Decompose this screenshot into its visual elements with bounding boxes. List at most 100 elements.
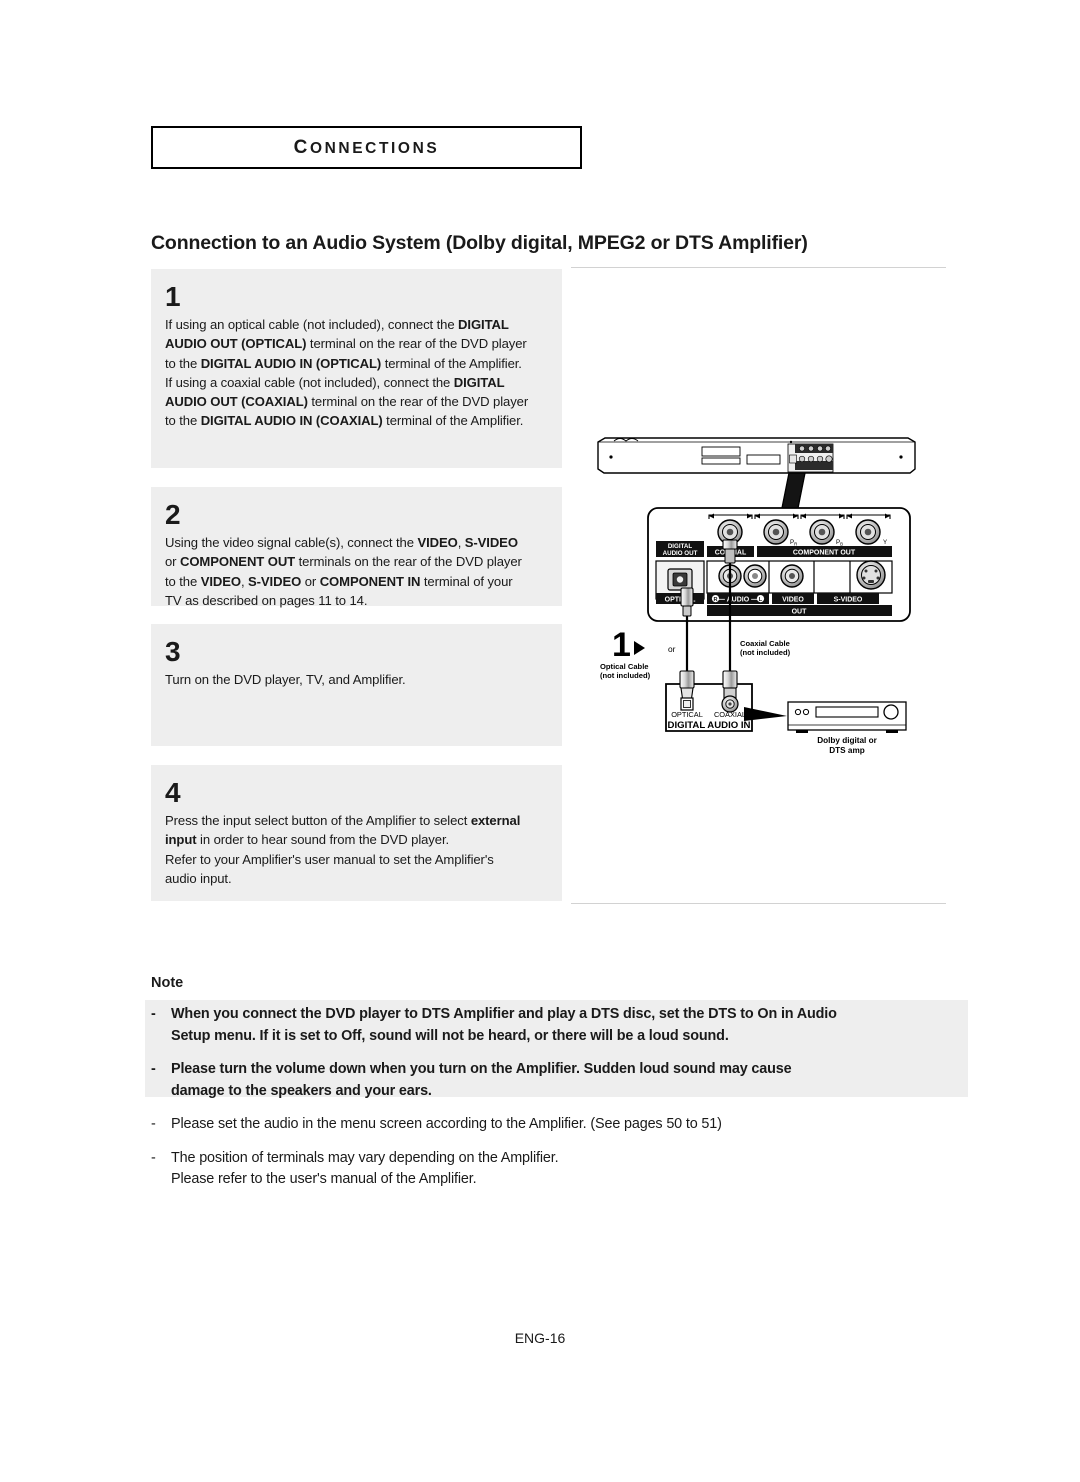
callout-coaxial-cable-line1: Coaxial Cable — [740, 639, 790, 648]
caption-amp-line1: Dolby digital or — [817, 736, 877, 745]
emphasis-text: DIGITAL AUDIO IN (OPTICAL) — [200, 355, 382, 371]
svg-text:1: 1 — [612, 626, 631, 664]
note-line: Please turn the volume down when you tur… — [171, 1061, 792, 1077]
callout-optical-cable-line1: Optical Cable — [600, 662, 649, 671]
step-line: or COMPONENT OUT terminals on the rear o… — [165, 552, 548, 571]
step-line: to the VIDEO, S-VIDEO or COMPONENT IN te… — [165, 572, 548, 591]
chapter-header-box: CONNECTIONS — [151, 126, 582, 169]
svg-text:S-VIDEO: S-VIDEO — [834, 596, 863, 603]
body-text: TV as described on pages 11 to 14. — [165, 592, 368, 608]
plug-coaxial-bottom — [721, 670, 739, 713]
step-line: AUDIO OUT (COAXIAL) terminal on the rear… — [165, 392, 548, 411]
label-digital-audio-out: DIGITAL AUDIO OUT — [656, 541, 704, 557]
body-text: or — [165, 554, 180, 570]
note-bullet-dash: - — [151, 1149, 156, 1166]
emphasis-text: AUDIO OUT (COAXIAL) — [165, 394, 308, 410]
divider-top — [571, 267, 946, 268]
page-footer: ENG-16 — [514, 1330, 566, 1346]
note-list: - When you connect the DVD player to DTS … — [151, 1004, 963, 1203]
label-s-video-out: S-VIDEO — [817, 593, 879, 604]
body-text: to the — [165, 355, 201, 371]
step-text-3: Turn on the DVD player, TV, and Amplifie… — [165, 670, 548, 689]
note-item: - Please set the audio in the menu screen… — [151, 1114, 963, 1136]
body-text: terminal of the Amplifier. — [382, 413, 524, 429]
step-line: TV as described on pages 11 to 14. — [165, 591, 548, 610]
note-line: Please refer to the user's manual of the… — [171, 1171, 477, 1187]
note-line: When you connect the DVD player to DTS A… — [171, 1006, 837, 1022]
body-text: terminals on the rear of the DVD player — [295, 554, 522, 570]
step-number-2: 2 — [165, 499, 181, 530]
step-block-2: 2 Using the video signal cable(s), conne… — [151, 487, 562, 608]
step-block-3: 3 Turn on the DVD player, TV, and Amplif… — [151, 624, 562, 746]
callout-coaxial-cable-line2: (not included) — [740, 648, 791, 657]
step-text-1: If using an optical cable (not included)… — [165, 315, 548, 431]
page-title: Connection to an Audio System (Dolby dig… — [151, 232, 808, 254]
note-line: The position of terminals may vary depen… — [171, 1149, 559, 1166]
note-line: Please set the audio in the menu screen … — [171, 1116, 722, 1132]
body-text: in order to hear sound from the DVD play… — [196, 832, 450, 848]
step-line: AUDIO OUT (OPTICAL) terminal on the rear… — [165, 334, 548, 353]
body-text: terminal of your — [420, 573, 513, 589]
step-line: Turn on the DVD player, TV, and Amplifie… — [165, 670, 548, 689]
emphasis-text: S-VIDEO — [248, 573, 302, 589]
body-text: Press the input select button of the Amp… — [165, 813, 471, 828]
label-audio-out: R — AUDIO — L — [707, 593, 769, 604]
svg-text:L: L — [759, 597, 763, 603]
emphasis-text: VIDEO — [200, 573, 241, 589]
emphasis-text: DIGITAL — [453, 374, 505, 390]
amplifier-unit-illustration — [787, 701, 907, 733]
svg-text:OUT: OUT — [792, 608, 808, 615]
svg-text:R: R — [713, 597, 717, 603]
note-line: Setup menu. If it is set to Off, sound w… — [171, 1027, 729, 1044]
dvd-player-rear-illustration — [597, 437, 916, 474]
amplifier-input-panel: OPTICAL COAXIAL DIGITAL AUDIO IN — [665, 670, 753, 732]
jack-component-pr — [763, 519, 789, 545]
step-line: Press the input select button of the Amp… — [165, 811, 548, 830]
step-block-1: 1 If using an optical cable (not include… — [151, 269, 562, 468]
note-line: damage to the speakers and your ears. — [171, 1082, 432, 1099]
label-component-out: COMPONENT OUT — [757, 546, 892, 557]
body-text: Turn on the DVD player, TV, and Amplifie… — [165, 672, 406, 687]
emphasis-text: DIGITAL — [458, 317, 509, 332]
note-item-text: Please set the audio in the menu screen … — [171, 1114, 722, 1136]
emphasis-text: DIGITAL AUDIO IN (COAXIAL) — [200, 413, 383, 429]
label-component-y: Y — [883, 539, 887, 546]
chapter-title: CONNECTIONS — [293, 136, 440, 158]
step-text-2: Using the video signal cable(s), connect… — [165, 533, 548, 610]
bottom-jack-row — [706, 560, 893, 594]
step-line: to the DIGITAL AUDIO IN (COAXIAL) termin… — [165, 411, 548, 430]
plug-optical-top — [680, 587, 694, 617]
label-out-bar: OUT — [707, 605, 892, 616]
body-text: If using a coaxial cable (not included),… — [165, 374, 454, 390]
step-line: to the DIGITAL AUDIO IN (OPTICAL) termin… — [165, 354, 548, 373]
connection-diagram: PR PB Y DIGITAL AUDIO OUT COAXIAL COMPON… — [592, 428, 926, 758]
caption-amp-line2: DTS amp — [829, 746, 865, 755]
label-video-out: VIDEO — [772, 593, 814, 604]
step-line: input in order to hear sound from the DV… — [165, 830, 548, 849]
svg-text:AUDIO OUT: AUDIO OUT — [663, 550, 698, 557]
divider-bottom — [571, 903, 946, 904]
jack-audio-l — [743, 564, 767, 588]
note-bullet-dash: - — [151, 1061, 156, 1077]
label-digital-audio-in: DIGITAL AUDIO IN — [668, 720, 751, 731]
step-line: If using an optical cable (not included)… — [165, 315, 548, 334]
body-text: terminal on the rear of the DVD player — [307, 394, 529, 410]
svg-text:COMPONENT OUT: COMPONENT OUT — [793, 549, 856, 556]
jack-component-y — [855, 519, 881, 545]
note-item-text: When you connect the DVD player to DTS A… — [171, 1004, 837, 1047]
emphasis-text: S-VIDEO — [464, 535, 518, 550]
svg-text:VIDEO: VIDEO — [782, 596, 804, 603]
amp-pointer-wedge — [744, 707, 787, 721]
callout-or: or — [668, 644, 676, 654]
note-item: - The position of terminals may vary depe… — [151, 1148, 963, 1191]
body-text: audio input. — [165, 870, 232, 886]
note-item-text: Please turn the volume down when you tur… — [171, 1059, 792, 1102]
callout-optical-cable-line2: (not included) — [600, 671, 651, 680]
emphasis-text: AUDIO OUT (OPTICAL) — [165, 336, 307, 352]
step-line: If using a coaxial cable (not included),… — [165, 373, 548, 392]
step-number-4: 4 — [165, 777, 181, 808]
step-line: Using the video signal cable(s), connect… — [165, 533, 548, 552]
body-text: to the — [165, 413, 201, 429]
emphasis-text: VIDEO — [417, 535, 458, 550]
step-block-4: 4 Press the input select button of the A… — [151, 765, 562, 901]
